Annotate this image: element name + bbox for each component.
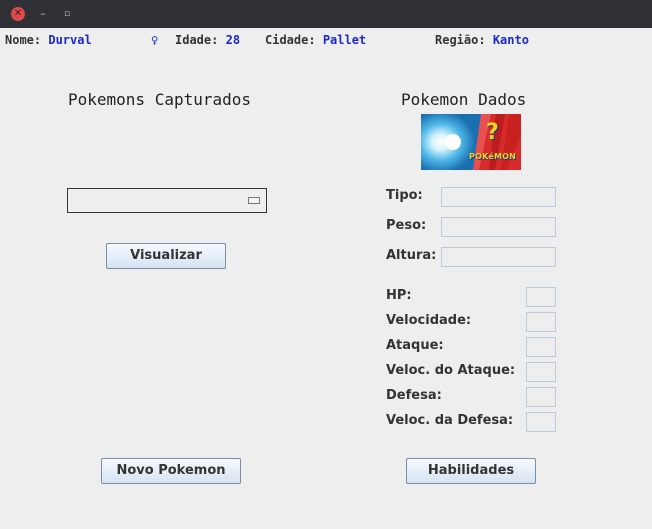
idade-value: 28 [225,33,241,47]
defesa-label: Defesa: [386,388,442,403]
ataque-field[interactable] [526,337,556,357]
trainer-nome: Nome: Durval [5,33,92,47]
pokemon-image: ? POKéMON [421,114,521,170]
hp-field[interactable] [526,287,556,307]
visualizar-button[interactable]: Visualizar [106,243,226,269]
velocidade-field[interactable] [526,312,556,332]
veloc-ataque-field[interactable] [526,362,556,382]
tipo-field[interactable] [441,187,556,207]
dropdown-arrow-icon[interactable] [248,197,260,204]
habilidades-button[interactable]: Habilidades [406,458,536,484]
cidade-label: Cidade: [265,33,316,47]
title-bar: ✕ – ▫ [0,0,652,28]
veloc-defesa-field[interactable] [526,412,556,432]
velocidade-label: Velocidade: [386,313,472,328]
pokemon-logo: POKéMON [469,152,517,161]
hp-label: HP: [386,288,412,303]
trainer-cidade: Cidade: Pallet [265,33,366,47]
pokemon-select[interactable] [67,188,267,213]
regiao-label: Região: [435,33,486,47]
cidade-value: Pallet [322,33,367,47]
veloc-defesa-label: Veloc. da Defesa: [386,413,514,428]
trainer-regiao: Região: Kanto [435,33,529,47]
veloc-ataque-label: Veloc. do Ataque: [386,363,516,378]
trainer-idade: Idade: 28 [175,33,240,47]
question-mark-icon: ? [486,120,499,145]
altura-field[interactable] [441,247,556,267]
altura-label: Altura: [386,248,437,263]
defesa-field[interactable] [526,387,556,407]
ataque-label: Ataque: [386,338,444,353]
minimize-icon[interactable]: – [36,7,50,21]
peso-field[interactable] [441,217,556,237]
pokemon-dados-title: Pokemon Dados [401,90,527,109]
app-window: ✕ – ▫ Nome: Durval ♀ Idade: 28 Cidade: P… [0,0,652,529]
close-icon[interactable]: ✕ [11,7,25,21]
regiao-value: Kanto [492,33,529,47]
idade-label: Idade: [175,33,219,47]
main-content: Nome: Durval ♀ Idade: 28 Cidade: Pallet … [1,28,651,528]
peso-label: Peso: [386,218,427,233]
gender-icon: ♀ [151,33,159,47]
nome-value: Durval [48,33,92,47]
novo-pokemon-button[interactable]: Novo Pokemon [101,458,241,484]
nome-label: Nome: [5,33,42,47]
pokemons-capturados-title: Pokemons Capturados [68,90,252,109]
tipo-label: Tipo: [386,188,423,203]
maximize-icon[interactable]: ▫ [60,7,74,21]
